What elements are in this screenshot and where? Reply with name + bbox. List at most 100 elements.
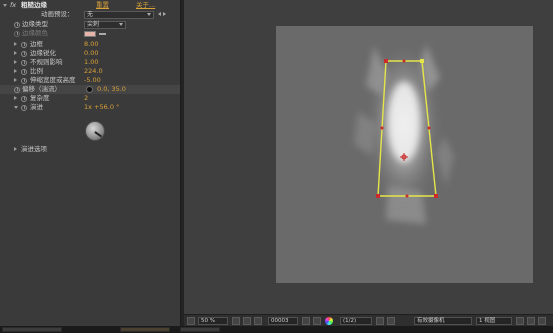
snapshot-icon[interactable]	[254, 317, 262, 325]
fast-previews-icon[interactable]	[527, 317, 535, 325]
dial-needle	[94, 131, 103, 138]
timeline-tab-strip	[0, 326, 553, 333]
property-twirl[interactable]	[14, 60, 17, 64]
panel-tab[interactable]	[120, 327, 170, 332]
eyedropper-icon[interactable]	[99, 33, 106, 35]
about-link[interactable]: 关于...	[136, 1, 155, 10]
reset-button[interactable]: 重置	[96, 1, 109, 10]
previous-preset-icon[interactable]	[158, 12, 161, 16]
resolution-value: (1/2)	[343, 318, 357, 324]
panel-tab[interactable]	[2, 327, 62, 332]
camera-dropdown[interactable]: 有效摄像机	[414, 317, 472, 325]
show-snapshot-icon[interactable]	[313, 317, 321, 325]
zoom-dropdown[interactable]: 50 %	[198, 317, 228, 325]
property-value[interactable]: 0.0, 35.0	[97, 85, 126, 94]
stopwatch-icon[interactable]	[14, 86, 20, 93]
timeline-icon[interactable]	[538, 317, 546, 325]
chevron-down-icon	[147, 13, 151, 16]
property-label: 偏移（湍流）	[22, 85, 61, 93]
property-twirl[interactable]	[14, 106, 18, 109]
property-twirl[interactable]	[14, 51, 17, 55]
property-edge-type: 边缘类型 尖刺	[0, 20, 180, 29]
property-label: 边缘颜色	[22, 29, 48, 37]
property-edge-color: 边缘颜色	[0, 29, 180, 38]
safe-zones-icon[interactable]	[232, 317, 240, 325]
evolution-options-twirl[interactable]	[14, 147, 17, 151]
property-stretch: 伸缩宽度或高度 -5.00	[0, 76, 180, 85]
panel-tab[interactable]	[180, 327, 220, 332]
property-label: 复杂度	[30, 94, 50, 102]
edge-type-value: 尖刺	[87, 20, 100, 28]
animation-preset-value: 无	[87, 10, 94, 18]
property-value[interactable]: -5.00	[84, 76, 101, 85]
property-label: 演进	[30, 103, 43, 111]
edge-color-swatch[interactable]	[84, 30, 96, 37]
effect-expand-twirl[interactable]	[3, 4, 7, 7]
property-twirl[interactable]	[14, 96, 17, 100]
grid-icon[interactable]	[243, 317, 251, 325]
fx-icon[interactable]: fx	[10, 1, 16, 10]
effect-name: 粗糙边缘	[21, 1, 47, 9]
property-border: 边框 8.00	[0, 40, 180, 49]
property-offset-turbulence: 偏移（湍流） 0.0, 35.0	[0, 85, 180, 94]
views-value: 1 视图	[479, 318, 496, 324]
camera-value: 有效摄像机	[417, 318, 445, 324]
property-fractal-influence: 不规则影响 1.00	[0, 58, 180, 67]
property-twirl[interactable]	[14, 42, 17, 46]
evolution-options-row[interactable]: 演进选项	[0, 145, 180, 154]
stopwatch-icon[interactable]	[21, 104, 27, 111]
property-scale: 比例 224.0	[0, 67, 180, 76]
animation-preset-label: 动画预设：	[41, 10, 74, 18]
property-value[interactable]: 1.00	[84, 58, 98, 67]
always-preview-icon[interactable]	[187, 317, 195, 325]
property-complexity: 复杂度 2	[0, 94, 180, 103]
composition-viewer	[184, 0, 553, 314]
property-edge-sharpness: 边缘锐化 0.00	[0, 49, 180, 58]
edge-type-dropdown[interactable]: 尖刺	[84, 20, 126, 29]
stopwatch-icon[interactable]	[21, 95, 27, 102]
color-wheel-icon[interactable]	[325, 317, 333, 325]
chevron-down-icon	[119, 23, 123, 26]
property-label: 比例	[30, 67, 43, 75]
viewer-toolbar: 50 % 00003 (1/2) 有效摄像机 1 视图	[184, 314, 553, 326]
next-preset-icon[interactable]	[163, 12, 166, 16]
glow-shape	[354, 44, 454, 224]
stopwatch-icon[interactable]	[21, 77, 27, 84]
property-label: 伸缩宽度或高度	[30, 76, 76, 84]
property-label: 不规则影响	[30, 58, 63, 66]
property-twirl[interactable]	[14, 78, 17, 82]
evolution-options-label: 演进选项	[21, 145, 47, 153]
animation-preset-row: 动画预设： 无	[0, 10, 180, 19]
property-label: 边缘类型	[22, 20, 48, 28]
property-value[interactable]: 8.00	[84, 40, 98, 49]
toggle-pixel-aspect-icon[interactable]	[516, 317, 524, 325]
effect-header-row[interactable]: fx 粗糙边缘 重置 关于...	[0, 1, 180, 10]
camera-icon[interactable]	[302, 317, 310, 325]
animation-preset-dropdown[interactable]: 无	[84, 10, 154, 19]
stopwatch-icon[interactable]	[21, 41, 27, 48]
composition-canvas[interactable]	[276, 26, 533, 283]
effect-controls-panel: fx 粗糙边缘 重置 关于... 动画预设： 无 边缘类型 尖刺 边缘颜色 边框…	[0, 0, 181, 326]
resolution-dropdown[interactable]: (1/2)	[340, 317, 372, 325]
transparency-grid-icon[interactable]	[387, 317, 395, 325]
stopwatch-icon[interactable]	[21, 59, 27, 66]
crosshair-icon[interactable]	[86, 86, 93, 93]
views-dropdown[interactable]: 1 视图	[476, 317, 512, 325]
stopwatch-icon[interactable]	[21, 68, 27, 75]
rough-edges-layer	[354, 44, 454, 224]
property-evolution: 演进 1x +56.0 °	[0, 103, 180, 112]
timecode-value: 00003	[271, 318, 289, 324]
property-value[interactable]: 0.00	[84, 49, 98, 58]
property-value[interactable]: 1x +56.0 °	[84, 103, 119, 112]
stopwatch-icon[interactable]	[14, 21, 20, 28]
stopwatch-icon[interactable]	[14, 30, 20, 37]
stopwatch-icon[interactable]	[21, 50, 27, 57]
property-value[interactable]: 2	[84, 94, 88, 103]
property-twirl[interactable]	[14, 69, 17, 73]
property-label: 边框	[30, 40, 43, 48]
zoom-value: 50 %	[201, 318, 215, 324]
evolution-dial[interactable]	[85, 121, 105, 141]
property-value[interactable]: 224.0	[84, 67, 103, 76]
current-time-display[interactable]: 00003	[268, 317, 298, 325]
region-of-interest-icon[interactable]	[376, 317, 384, 325]
